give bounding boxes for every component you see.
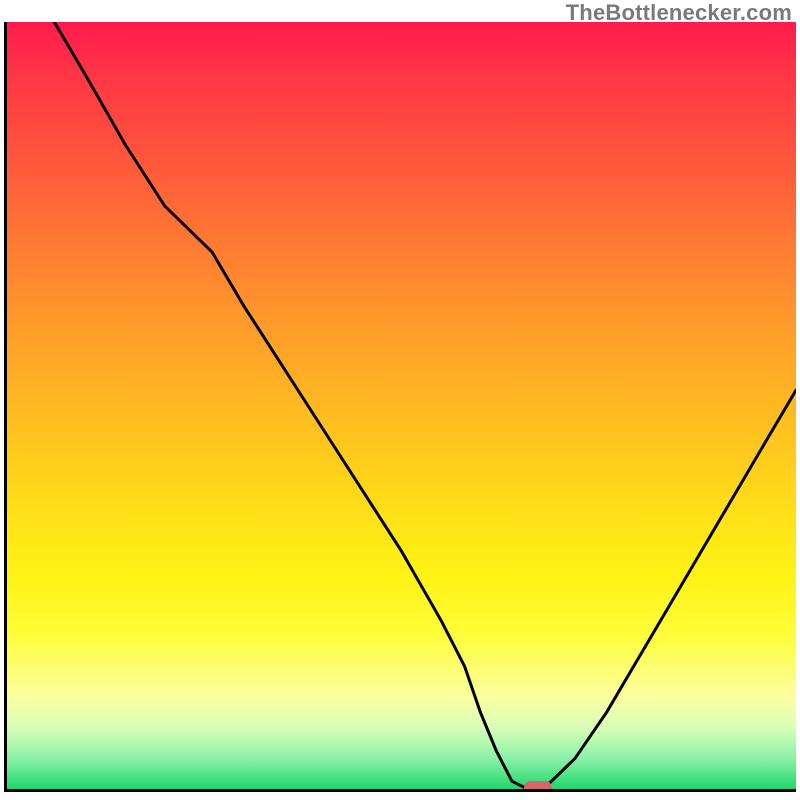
chart-frame: TheBottlenecker.com xyxy=(0,0,800,800)
watermark-text: TheBottlenecker.com xyxy=(566,0,792,26)
curve-path xyxy=(54,22,796,789)
plot-inner xyxy=(7,22,796,789)
plot-area xyxy=(4,22,796,792)
x-axis xyxy=(4,789,796,792)
bottleneck-curve xyxy=(7,22,796,789)
optimal-marker xyxy=(524,781,552,789)
